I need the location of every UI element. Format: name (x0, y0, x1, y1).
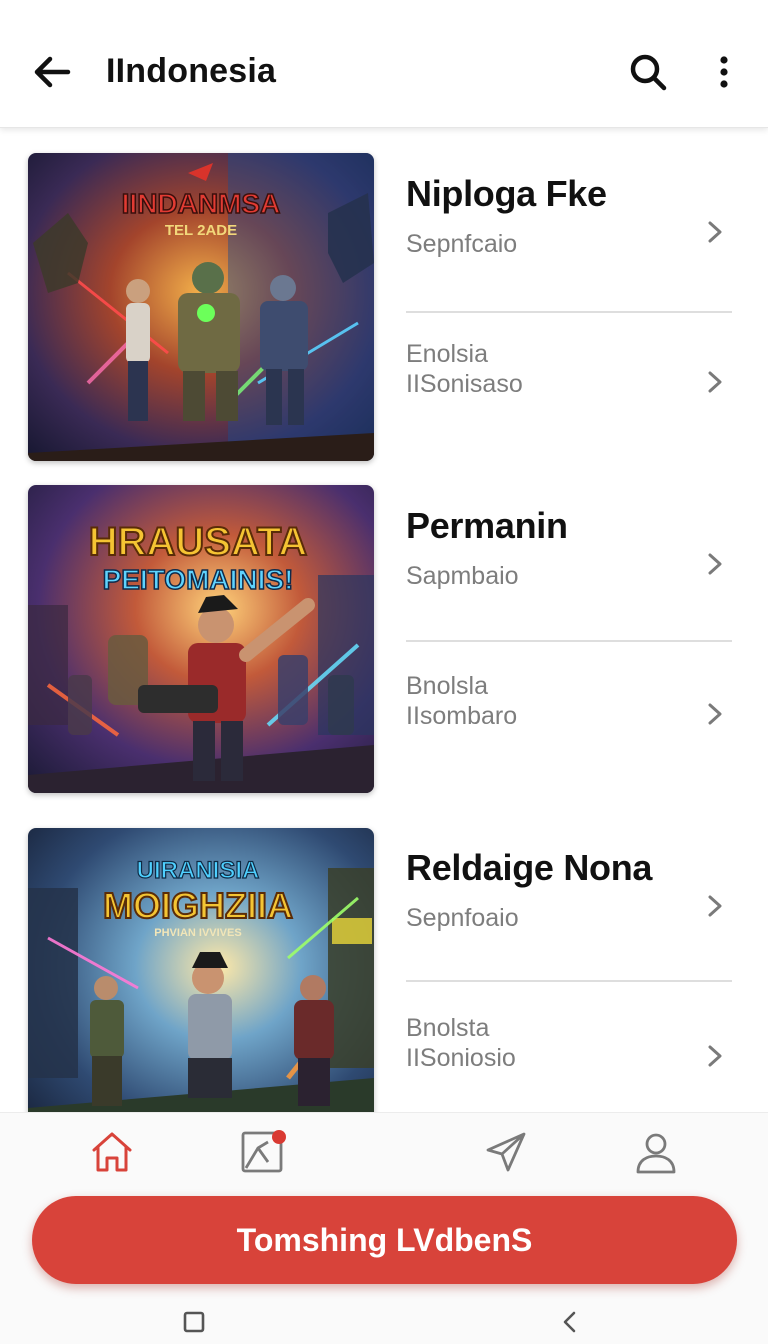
game-row-detail[interactable]: Bnolsta IISoniosio (406, 997, 732, 1112)
game-subtitle: Sepnfcaio (406, 230, 518, 258)
square-icon[interactable] (180, 1308, 208, 1336)
chevron-right-icon (708, 221, 722, 243)
game-name: Permanin (406, 505, 568, 546)
game-name: Niploga Fke (406, 173, 607, 214)
art-title: IINDANMSA (122, 188, 281, 219)
game-thumbnail[interactable]: HRAUSATA PEITOMAINIS! (28, 485, 374, 793)
divider (406, 311, 732, 313)
art-subtitle: MOIGHZIIA (103, 885, 293, 926)
game-subtitle: Sapmbaio (406, 562, 519, 590)
game-row-title[interactable]: Reldaige Nona Sepnfoaio (406, 837, 732, 987)
art-subtitle: TEL 2ADE (165, 222, 237, 239)
back-chevron-icon[interactable] (556, 1308, 584, 1336)
search-icon[interactable] (626, 50, 670, 94)
game-card: UIRANISIA MOIGHZIIA PHVIAN IVVIVES Relda… (0, 802, 768, 1112)
detail-line: Bnolsla (406, 672, 488, 700)
chevron-right-icon (708, 703, 722, 725)
divider (406, 640, 732, 642)
game-artwork: HRAUSATA PEITOMAINIS! (28, 485, 374, 793)
chevron-right-icon (708, 1045, 722, 1067)
detail-line: IISoniosio (406, 1044, 516, 1072)
notification-dot (272, 1130, 286, 1144)
detail-line: IISonisaso (406, 370, 523, 398)
game-row-title[interactable]: Niploga Fke Sepnfcaio (406, 163, 732, 313)
divider (406, 980, 732, 982)
chevron-right-icon (708, 895, 722, 917)
app-bar: IIndonesia (0, 0, 768, 128)
send-icon[interactable] (482, 1128, 530, 1176)
arrow-left-icon[interactable] (28, 48, 76, 96)
detail-line: Enolsia (406, 340, 488, 368)
game-row-detail[interactable]: Bnolsla IIsombaro (406, 655, 732, 805)
game-thumbnail[interactable]: UIRANISIA MOIGHZIIA PHVIAN IVVIVES (28, 828, 374, 1112)
game-artwork: UIRANISIA MOIGHZIIA PHVIAN IVVIVES (28, 828, 374, 1112)
game-card: HRAUSATA PEITOMAINIS! Permanin Sapmbaio … (0, 460, 768, 793)
art-subtitle: PEITOMAINIS! (103, 564, 294, 595)
chevron-right-icon (708, 553, 722, 575)
detail-line: IIsombaro (406, 702, 518, 730)
art-title: UIRANISIA (137, 857, 260, 884)
art-tag: PHVIAN IVVIVES (154, 927, 241, 939)
more-vertical-icon[interactable] (704, 50, 744, 94)
game-row-title[interactable]: Permanin Sapmbaio (406, 495, 732, 645)
profile-icon[interactable] (632, 1128, 680, 1176)
detail-line: Bnolsta (406, 1014, 490, 1042)
primary-action-button[interactable]: Tomshing LVdbenS (32, 1196, 737, 1284)
game-thumbnail[interactable]: IINDANMSA TEL 2ADE (28, 153, 374, 461)
page-title: IIndonesia (106, 52, 277, 90)
game-subtitle: Sepnfoaio (406, 904, 519, 932)
chevron-right-icon (708, 371, 722, 393)
home-icon[interactable] (88, 1128, 136, 1176)
game-row-detail[interactable]: Enolsia IISonisaso (406, 323, 732, 473)
game-artwork: IINDANMSA TEL 2ADE (28, 153, 374, 461)
art-title: HRAUSATA (89, 520, 308, 564)
game-list: IINDANMSA TEL 2ADE Niploga Fke Sepnfcaio… (0, 128, 768, 1112)
game-name: Reldaige Nona (406, 847, 653, 888)
game-card: IINDANMSA TEL 2ADE Niploga Fke Sepnfcaio… (0, 128, 768, 461)
